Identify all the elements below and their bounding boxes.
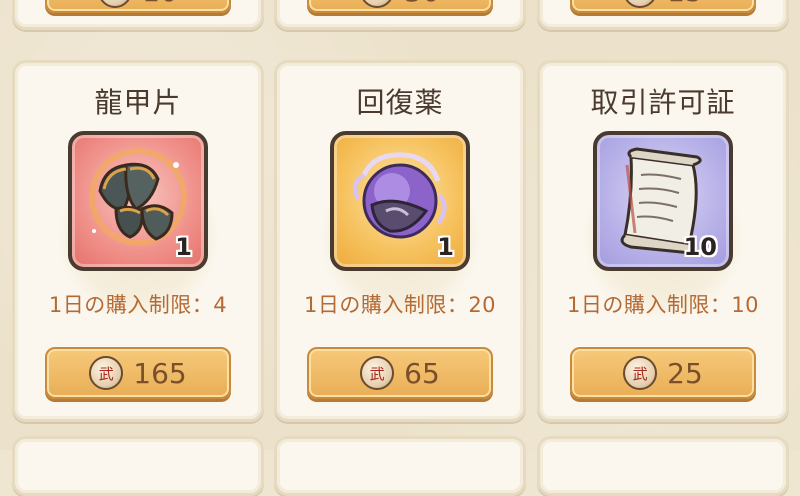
buy-button[interactable]: 武 65 bbox=[307, 347, 493, 399]
price-label: 30 bbox=[404, 0, 440, 8]
daily-purchase-limit: 1日の購入制限：20 bbox=[303, 293, 497, 317]
shop-card-recovery-potion[interactable]: 回復薬 1 1日の購入制限：20 武 65 bbox=[274, 60, 526, 422]
item-name: 龍甲片 bbox=[94, 86, 182, 119]
price-label: 25 bbox=[667, 356, 703, 390]
coin-icon: 武 bbox=[89, 356, 124, 390]
price-label: 10 bbox=[142, 0, 178, 8]
coin-icon: 武 bbox=[360, 356, 395, 390]
price-label: 65 bbox=[404, 356, 440, 390]
price-label: 15 bbox=[667, 0, 703, 8]
daily-purchase-limit: 1日の購入制限：10 bbox=[566, 293, 760, 317]
buy-button[interactable]: 武 10 bbox=[45, 0, 231, 13]
coin-icon: 武 bbox=[623, 356, 658, 390]
shop-card-partial[interactable]: 武 15 bbox=[537, 0, 789, 30]
shop-card-dragon-armor[interactable]: 龍甲片 1 1日の購入制限：4 武 165 bbox=[12, 60, 264, 422]
item-quantity: 1 bbox=[437, 233, 454, 261]
price-label: 165 bbox=[133, 356, 187, 390]
buy-button[interactable]: 武 30 bbox=[307, 0, 493, 13]
shop-card-partial[interactable]: 武 10 bbox=[12, 0, 264, 30]
shop-card-partial[interactable] bbox=[12, 436, 264, 496]
buy-button[interactable]: 武 165 bbox=[45, 347, 231, 399]
shop-card-partial[interactable]: 武 30 bbox=[274, 0, 526, 30]
item-name: 取引許可証 bbox=[590, 86, 736, 119]
item-icon-frame[interactable]: 10 bbox=[593, 131, 733, 271]
shop-card-partial[interactable] bbox=[274, 436, 526, 496]
item-name: 回復薬 bbox=[356, 86, 444, 119]
buy-button[interactable]: 武 25 bbox=[570, 347, 756, 399]
daily-purchase-limit: 1日の購入制限：4 bbox=[48, 293, 228, 317]
item-quantity: 10 bbox=[683, 233, 717, 261]
coin-icon: 武 bbox=[98, 0, 133, 8]
shop-card-trade-permit[interactable]: 取引許可証 10 1日の購入制限：10 武 25 bbox=[537, 60, 789, 422]
buy-button[interactable]: 武 15 bbox=[570, 0, 756, 13]
item-icon-frame[interactable]: 1 bbox=[68, 131, 208, 271]
coin-icon: 武 bbox=[360, 0, 395, 8]
item-icon-frame[interactable]: 1 bbox=[330, 131, 470, 271]
coin-icon: 武 bbox=[623, 0, 658, 8]
item-quantity: 1 bbox=[175, 233, 192, 261]
shop-card-partial[interactable] bbox=[537, 436, 789, 496]
